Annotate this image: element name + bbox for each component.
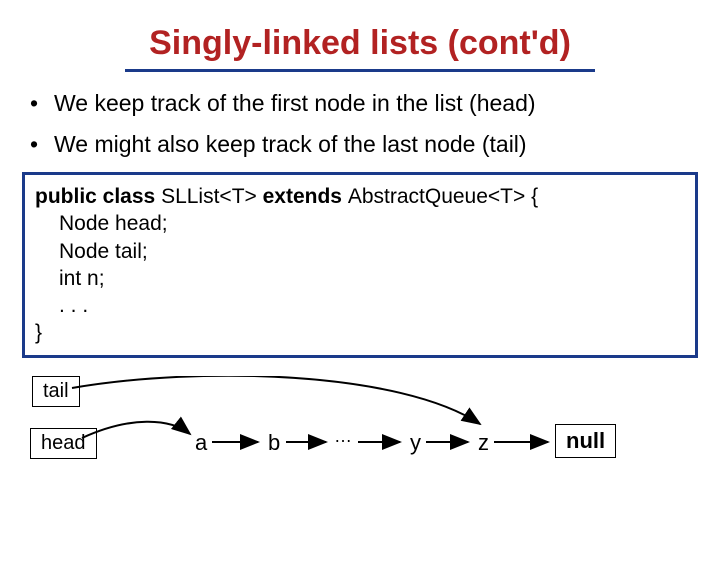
keyword: extends: [263, 185, 348, 208]
node-a: a: [195, 430, 207, 456]
bullet-item: • We keep track of the first node in the…: [28, 90, 692, 117]
null-box: null: [555, 424, 616, 458]
bullet-item: • We might also keep track of the last n…: [28, 131, 692, 158]
node-b: b: [268, 430, 280, 456]
code-line: int n;: [59, 265, 685, 292]
code-line: Node head;: [59, 210, 685, 237]
bullet-text: We keep track of the first node in the l…: [54, 90, 536, 117]
title-underline: [125, 69, 595, 72]
node-y: y: [410, 430, 421, 456]
bullet-text: We might also keep track of the last nod…: [54, 131, 527, 158]
head-label-box: head: [30, 428, 97, 459]
code-line: Node tail;: [59, 238, 685, 265]
code-line: . . .: [59, 292, 685, 319]
code-text: AbstractQueue<T> {: [348, 185, 538, 208]
node-ellipsis: …: [334, 426, 352, 447]
keyword: public class: [35, 185, 161, 208]
code-block: public class SLList<T> extends AbstractQ…: [22, 172, 698, 358]
code-text: SLList<T>: [161, 185, 263, 208]
bullet-list: • We keep track of the first node in the…: [28, 90, 692, 158]
slide-title: Singly-linked lists (cont'd): [0, 24, 720, 67]
bullet-marker: •: [28, 131, 54, 158]
tail-label-box: tail: [32, 376, 80, 407]
node-z: z: [478, 430, 489, 456]
code-line: public class SLList<T> extends AbstractQ…: [35, 183, 685, 210]
linked-list-diagram: tail head a b … y z null: [0, 376, 720, 496]
code-line: }: [35, 319, 685, 346]
bullet-marker: •: [28, 90, 54, 117]
